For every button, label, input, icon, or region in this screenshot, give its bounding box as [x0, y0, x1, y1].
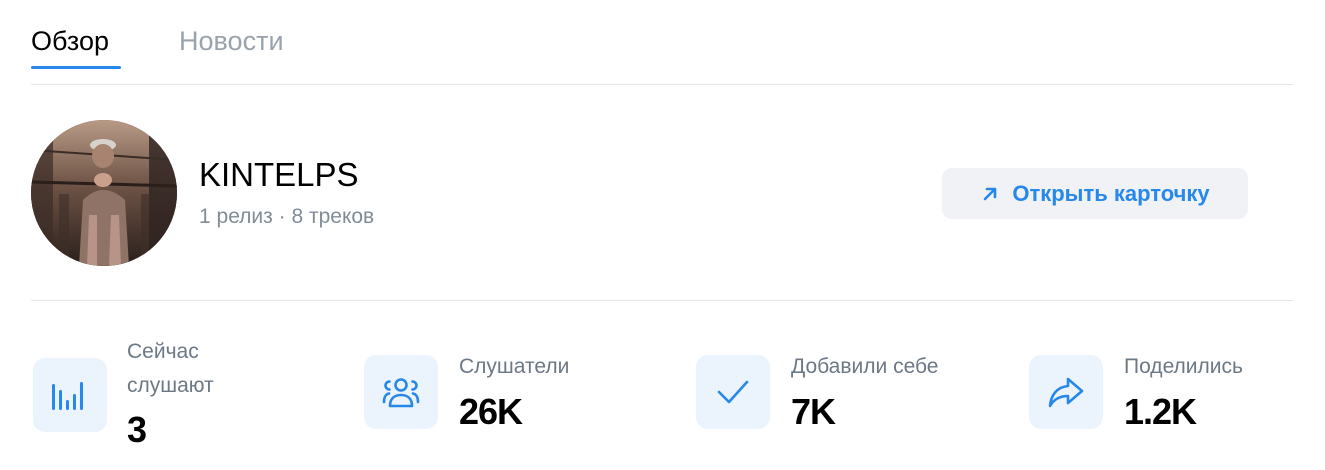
- stat-listening-now: Сейчас слушают 3: [31, 340, 331, 450]
- stat-value: 26K: [459, 391, 523, 432]
- arrow-up-right-icon: [980, 184, 1000, 204]
- stat-added: Добавили себе 7K: [696, 340, 996, 450]
- stat-label: Поделились: [1124, 355, 1243, 378]
- divider: [31, 84, 1293, 85]
- open-card-label: Открыть карточку: [1012, 180, 1210, 206]
- open-card-button[interactable]: Открыть карточку: [942, 168, 1248, 219]
- artist-name: KINTELPS: [199, 156, 359, 193]
- artist-avatar: [31, 120, 177, 266]
- stat-value: 3: [127, 409, 147, 450]
- tab-overview[interactable]: Обзор: [31, 22, 109, 60]
- share-arrow-icon: [1029, 355, 1103, 429]
- divider: [31, 300, 1293, 301]
- stat-listeners: Слушатели 26K: [364, 340, 664, 450]
- stat-value: 7K: [791, 391, 836, 432]
- checkmark-icon: [696, 355, 770, 429]
- stat-label: Слушатели: [459, 355, 570, 378]
- stat-shared: Поделились 1.2K: [1029, 340, 1319, 450]
- stat-label: Сейчас слушают: [127, 340, 214, 397]
- tab-news[interactable]: Новости: [179, 22, 284, 60]
- stat-value: 1.2K: [1124, 391, 1197, 432]
- users-icon: [364, 355, 438, 429]
- artist-release-count: 1 релиз · 8 треков: [199, 205, 375, 228]
- stat-label: Добавили себе: [791, 355, 939, 378]
- equalizer-bars-icon: [33, 358, 107, 432]
- active-tab-indicator: [31, 66, 121, 69]
